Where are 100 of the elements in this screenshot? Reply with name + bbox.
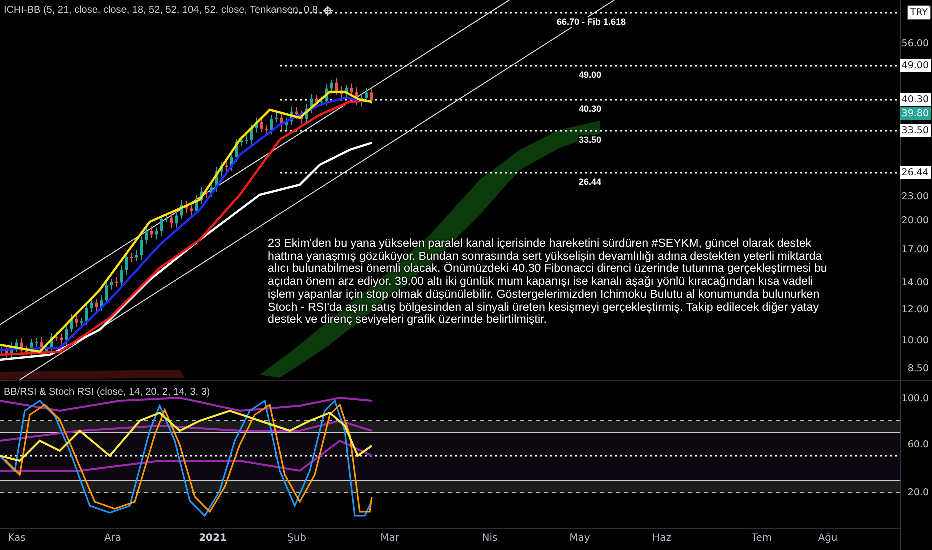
candle: [260, 116, 264, 133]
candle: [326, 84, 328, 106]
candle: [86, 302, 88, 326]
candle: [56, 332, 58, 342]
level-price-tag: 49.00: [900, 60, 931, 72]
candle: [30, 338, 34, 358]
candle: [210, 182, 214, 198]
price-tick-label: 17.00: [900, 244, 930, 256]
annotation-text: 23 Ekim'den bu yana yükselen paralel kanal içerisinde hareketini sürdüren #SEYKM, güncel olarak destek hattına yanaşmış gözüküyor. Bundan sonrasında sert yükselişin devamlılığı adına destekten yeterli miktarda alıcı bulunabilmesi önemli olacak. Önümüzdeki 40.30 Fibonacci direnci üzerinde tutunma gerçekleştirmesi bu açıdan önem arz ediyor. 39.00 altı iki günlük mum kapanışı ise kanalı aşağı yönlü kıracağından kısa vadeli işlem yapanlar için stop olmak düşünülebilir. Göstergelerimizden Ichimoku Bulutu al konumunda bulunurken Stoch - RSI'da aşırı satış bölgesinden al sinyali üreten kesişmeyi gerçekleştirmiş. Takip edilecek diğer yatay destek ve direnç seviyeleri grafik üzerinde belirtilmiştir.: [268, 238, 828, 327]
price-tick-label: 56.00: [900, 38, 930, 50]
candle: [60, 333, 64, 346]
candle: [6, 344, 8, 360]
level-price-tag: 26.44: [900, 166, 931, 180]
time-tick-label: Şub: [287, 533, 307, 544]
candle: [236, 138, 238, 163]
candle: [340, 86, 344, 99]
candle: [316, 94, 318, 108]
candle: [306, 103, 308, 124]
candle: [20, 338, 24, 356]
time-tick-label: Nis: [482, 533, 498, 544]
oscillator-tick-label: 60.0: [906, 438, 930, 452]
gear-icon: [322, 6, 333, 16]
candle: [90, 298, 94, 313]
time-tick-label: 2021: [199, 533, 227, 544]
candle: [110, 278, 114, 291]
candle: [266, 124, 268, 136]
candle: [170, 214, 174, 229]
candle: [16, 338, 18, 353]
candle: [146, 226, 148, 246]
candle: [80, 317, 84, 328]
candle: [180, 200, 184, 220]
candle: [66, 324, 68, 346]
candle: [360, 94, 364, 108]
candle: [346, 84, 348, 100]
candle: [176, 212, 178, 229]
candle: [26, 345, 28, 356]
candle: [356, 87, 358, 106]
level-price-tag: 40.30: [900, 94, 931, 106]
level-label: 66.70 - Fib 1.618: [556, 17, 628, 27]
candle: [216, 166, 218, 192]
oscillator-tick-label: 100.0: [900, 392, 930, 406]
candle: [370, 87, 374, 105]
level-label: 26.44: [578, 177, 603, 187]
candle: [286, 117, 288, 131]
time-tick-label: Ağu: [818, 533, 838, 544]
price-tick-label: 20.00: [900, 214, 930, 228]
candle: [240, 136, 244, 148]
candle: [166, 213, 168, 223]
candle: [320, 96, 324, 106]
indicator-label: BB/RSI & Stoch RSI (close, 14, 20, 2, 14, 3, 3): [4, 387, 210, 398]
candle: [130, 252, 134, 263]
candle: [246, 134, 248, 145]
price-tick-label: 14.00: [900, 276, 930, 290]
level-label: 49.00: [578, 70, 603, 80]
candle: [10, 342, 14, 360]
candle: [100, 295, 104, 312]
candle: [36, 338, 38, 348]
candle: [190, 204, 194, 216]
candle: [150, 226, 154, 239]
level-price-tag: 33.50: [900, 124, 931, 138]
candle: [140, 236, 144, 261]
time-tick-label: May: [570, 533, 590, 544]
candle: [106, 280, 108, 306]
candle: [300, 110, 304, 125]
candle: [76, 314, 78, 328]
candle: [310, 94, 314, 114]
level-label: 33.50: [578, 135, 603, 145]
candle: [50, 332, 54, 353]
price-tick-label: 10.00: [900, 334, 930, 348]
oscillator-tick-label: 20.0: [906, 486, 930, 500]
candle: [330, 79, 334, 94]
candle: [160, 214, 164, 237]
candle: [296, 107, 298, 120]
price-tick-label: 8.50: [906, 362, 930, 376]
indicator-label: ICHI-BB (5, 21, close, close, 18, 52, 52, 104, 52, close, Tenkansen, 0.8,: [4, 5, 321, 16]
candle: [290, 106, 294, 126]
candle: [156, 227, 158, 240]
last-price-tag: 39.80: [900, 108, 931, 120]
candle: [350, 83, 354, 98]
time-tick-label: Mar: [380, 533, 400, 544]
time-tick-label: Tem: [752, 533, 772, 544]
price-tick-label: 23.00: [900, 190, 930, 204]
time-tick-label: Ara: [104, 533, 122, 544]
candle: [226, 160, 228, 172]
candle: [186, 200, 188, 214]
level-label: 40.30: [578, 104, 603, 114]
time-tick-label: Haz: [652, 533, 672, 544]
candle: [230, 152, 234, 172]
candle: [120, 265, 124, 288]
candle: [40, 337, 44, 355]
time-tick-label: Kas: [8, 533, 26, 544]
candle: [0, 346, 4, 356]
candle: [70, 314, 74, 333]
candle: [200, 186, 204, 205]
candle: [280, 113, 284, 130]
candle: [126, 254, 128, 276]
currency-label: TRY: [907, 6, 931, 20]
candle: [276, 112, 278, 124]
price-tick-label: 12.00: [900, 304, 930, 316]
candle: [336, 78, 338, 96]
